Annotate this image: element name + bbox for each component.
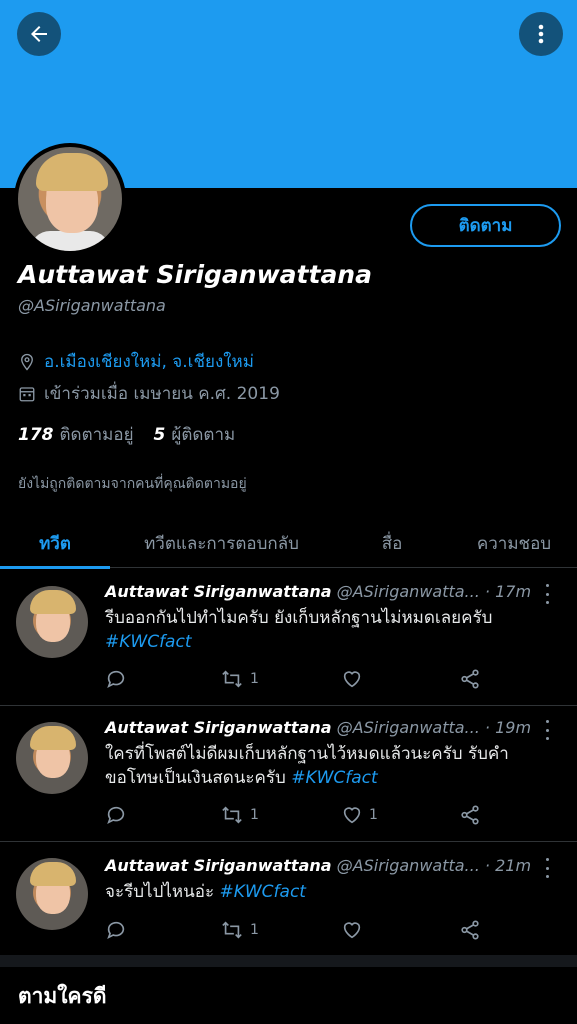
profile-joined: เข้าร่วมเมื่อ เมษายน ค.ศ. 2019	[18, 380, 280, 407]
tweet-text: ใครที่โพสต์ไม่ดีผมเก็บหลักฐานไว้หมดแล้วน…	[105, 744, 509, 788]
heart-icon	[343, 922, 361, 939]
retweet-button[interactable]: 1	[220, 667, 259, 691]
profile-avatar[interactable]	[14, 143, 126, 255]
follow-button[interactable]: ติดตาม	[410, 204, 561, 247]
tweet-actions: 1	[105, 667, 485, 691]
profile-name: Auttawat Siriganwattana	[18, 260, 372, 289]
like-button[interactable]	[341, 667, 369, 691]
tweet-author-name: Auttawat Siriganwattana	[105, 718, 332, 737]
tweet-more-icon[interactable]	[542, 584, 552, 604]
tweet-author-name: Auttawat Siriganwattana	[105, 856, 332, 875]
retweet-count: 1	[250, 671, 259, 687]
follow-counts: 178 ติดตามอยู่ 5 ผู้ติดตาม	[18, 421, 235, 448]
retweet-button[interactable]: 1	[220, 803, 259, 827]
tab-tweets[interactable]: ทวีต	[0, 518, 110, 569]
tweet-text: จะรีบไปไหนอ่ะ #KWCfact	[105, 882, 306, 902]
like-count: 1	[369, 807, 378, 823]
tweet-item[interactable]: Auttawat Siriganwattana @ASiriganwatta..…	[0, 842, 577, 955]
reply-button[interactable]	[105, 918, 127, 942]
followers-stat[interactable]: 5 ผู้ติดตาม	[154, 421, 236, 448]
tweet-author-handle: @ASiriganwatta...	[336, 582, 480, 601]
like-button[interactable]	[341, 918, 369, 942]
tweet-time: · 17m	[484, 582, 532, 601]
hashtag-link[interactable]: #KWCfact	[219, 882, 306, 902]
profile-location: อ.เมืองเชียงใหม่, จ.เชียงใหม่	[18, 348, 254, 375]
tweet-item[interactable]: Auttawat Siriganwattana @ASiriganwatta..…	[0, 570, 577, 706]
tweet-more-icon[interactable]	[542, 720, 552, 740]
heart-icon	[343, 807, 361, 824]
tweet-author-name: Auttawat Siriganwattana	[105, 582, 332, 601]
share-button[interactable]	[459, 918, 481, 942]
following-stat[interactable]: 178 ติดตามอยู่	[18, 421, 134, 448]
share-button[interactable]	[459, 667, 481, 691]
followed-by-note: ยังไม่ถูกติดตามจากคนที่คุณติดตามอยู่	[18, 476, 247, 492]
share-icon	[461, 920, 479, 940]
tweet-time: · 19m	[484, 718, 532, 737]
tab-tweets-replies[interactable]: ทวีตและการตอบกลับ	[110, 518, 333, 568]
tweet-actions: 1	[105, 918, 485, 942]
retweet-button[interactable]: 1	[220, 918, 259, 942]
tweet-item[interactable]: Auttawat Siriganwattana @ASiriganwatta..…	[0, 706, 577, 842]
tweet-header: Auttawat Siriganwattana @ASiriganwatta..…	[105, 718, 531, 737]
tweet-header: Auttawat Siriganwattana @ASiriganwatta..…	[105, 856, 531, 875]
hashtag-link[interactable]: #KWCfact	[105, 632, 192, 652]
tweet-time: · 21m	[484, 856, 532, 875]
retweet-icon	[222, 806, 242, 824]
reply-button[interactable]	[105, 667, 127, 691]
share-icon	[461, 805, 479, 825]
share-button[interactable]	[459, 803, 481, 827]
tweet-author-handle: @ASiriganwatta...	[336, 718, 480, 737]
section-separator	[0, 955, 577, 967]
location-pin-icon	[21, 353, 33, 371]
reply-button[interactable]	[105, 803, 127, 827]
hashtag-link[interactable]: #KWCfact	[291, 768, 378, 788]
like-button[interactable]: 1	[341, 803, 378, 827]
reply-icon	[107, 921, 125, 939]
reply-icon	[107, 806, 125, 824]
tweet-avatar[interactable]	[16, 858, 88, 930]
tweet-more-icon[interactable]	[542, 858, 552, 878]
retweet-count: 1	[250, 922, 259, 938]
retweet-icon	[222, 670, 242, 688]
more-options-button[interactable]	[519, 12, 563, 56]
arrow-left-icon	[31, 26, 47, 42]
share-icon	[461, 669, 479, 689]
location-link[interactable]: อ.เมืองเชียงใหม่, จ.เชียงใหม่	[44, 348, 254, 375]
calendar-icon	[19, 386, 35, 401]
reply-icon	[107, 670, 125, 688]
who-to-follow-title: ตามใครดี	[18, 984, 107, 1008]
tweet-author-handle: @ASiriganwatta...	[336, 856, 480, 875]
tweet-avatar[interactable]	[16, 586, 88, 658]
profile-handle: @ASiriganwattana	[18, 296, 166, 315]
joined-text: เข้าร่วมเมื่อ เมษายน ค.ศ. 2019	[44, 384, 280, 404]
profile-tabs: ทวีต ทวีตและการตอบกลับ สื่อ ความชอบ	[0, 518, 577, 569]
tab-media[interactable]: สื่อ	[333, 518, 451, 568]
tweet-actions: 1 1	[105, 803, 485, 827]
retweet-icon	[222, 921, 242, 939]
tab-likes[interactable]: ความชอบ	[451, 518, 577, 568]
tweet-text: รีบออกกันไปทำไมครับ ยังเก็บหลักฐานไม่หมด…	[105, 608, 493, 652]
tweet-header: Auttawat Siriganwattana @ASiriganwatta..…	[105, 582, 531, 601]
retweet-count: 1	[250, 807, 259, 823]
back-button[interactable]	[17, 12, 61, 56]
tweet-avatar[interactable]	[16, 722, 88, 794]
more-vertical-icon	[538, 24, 544, 44]
heart-icon	[343, 671, 361, 688]
